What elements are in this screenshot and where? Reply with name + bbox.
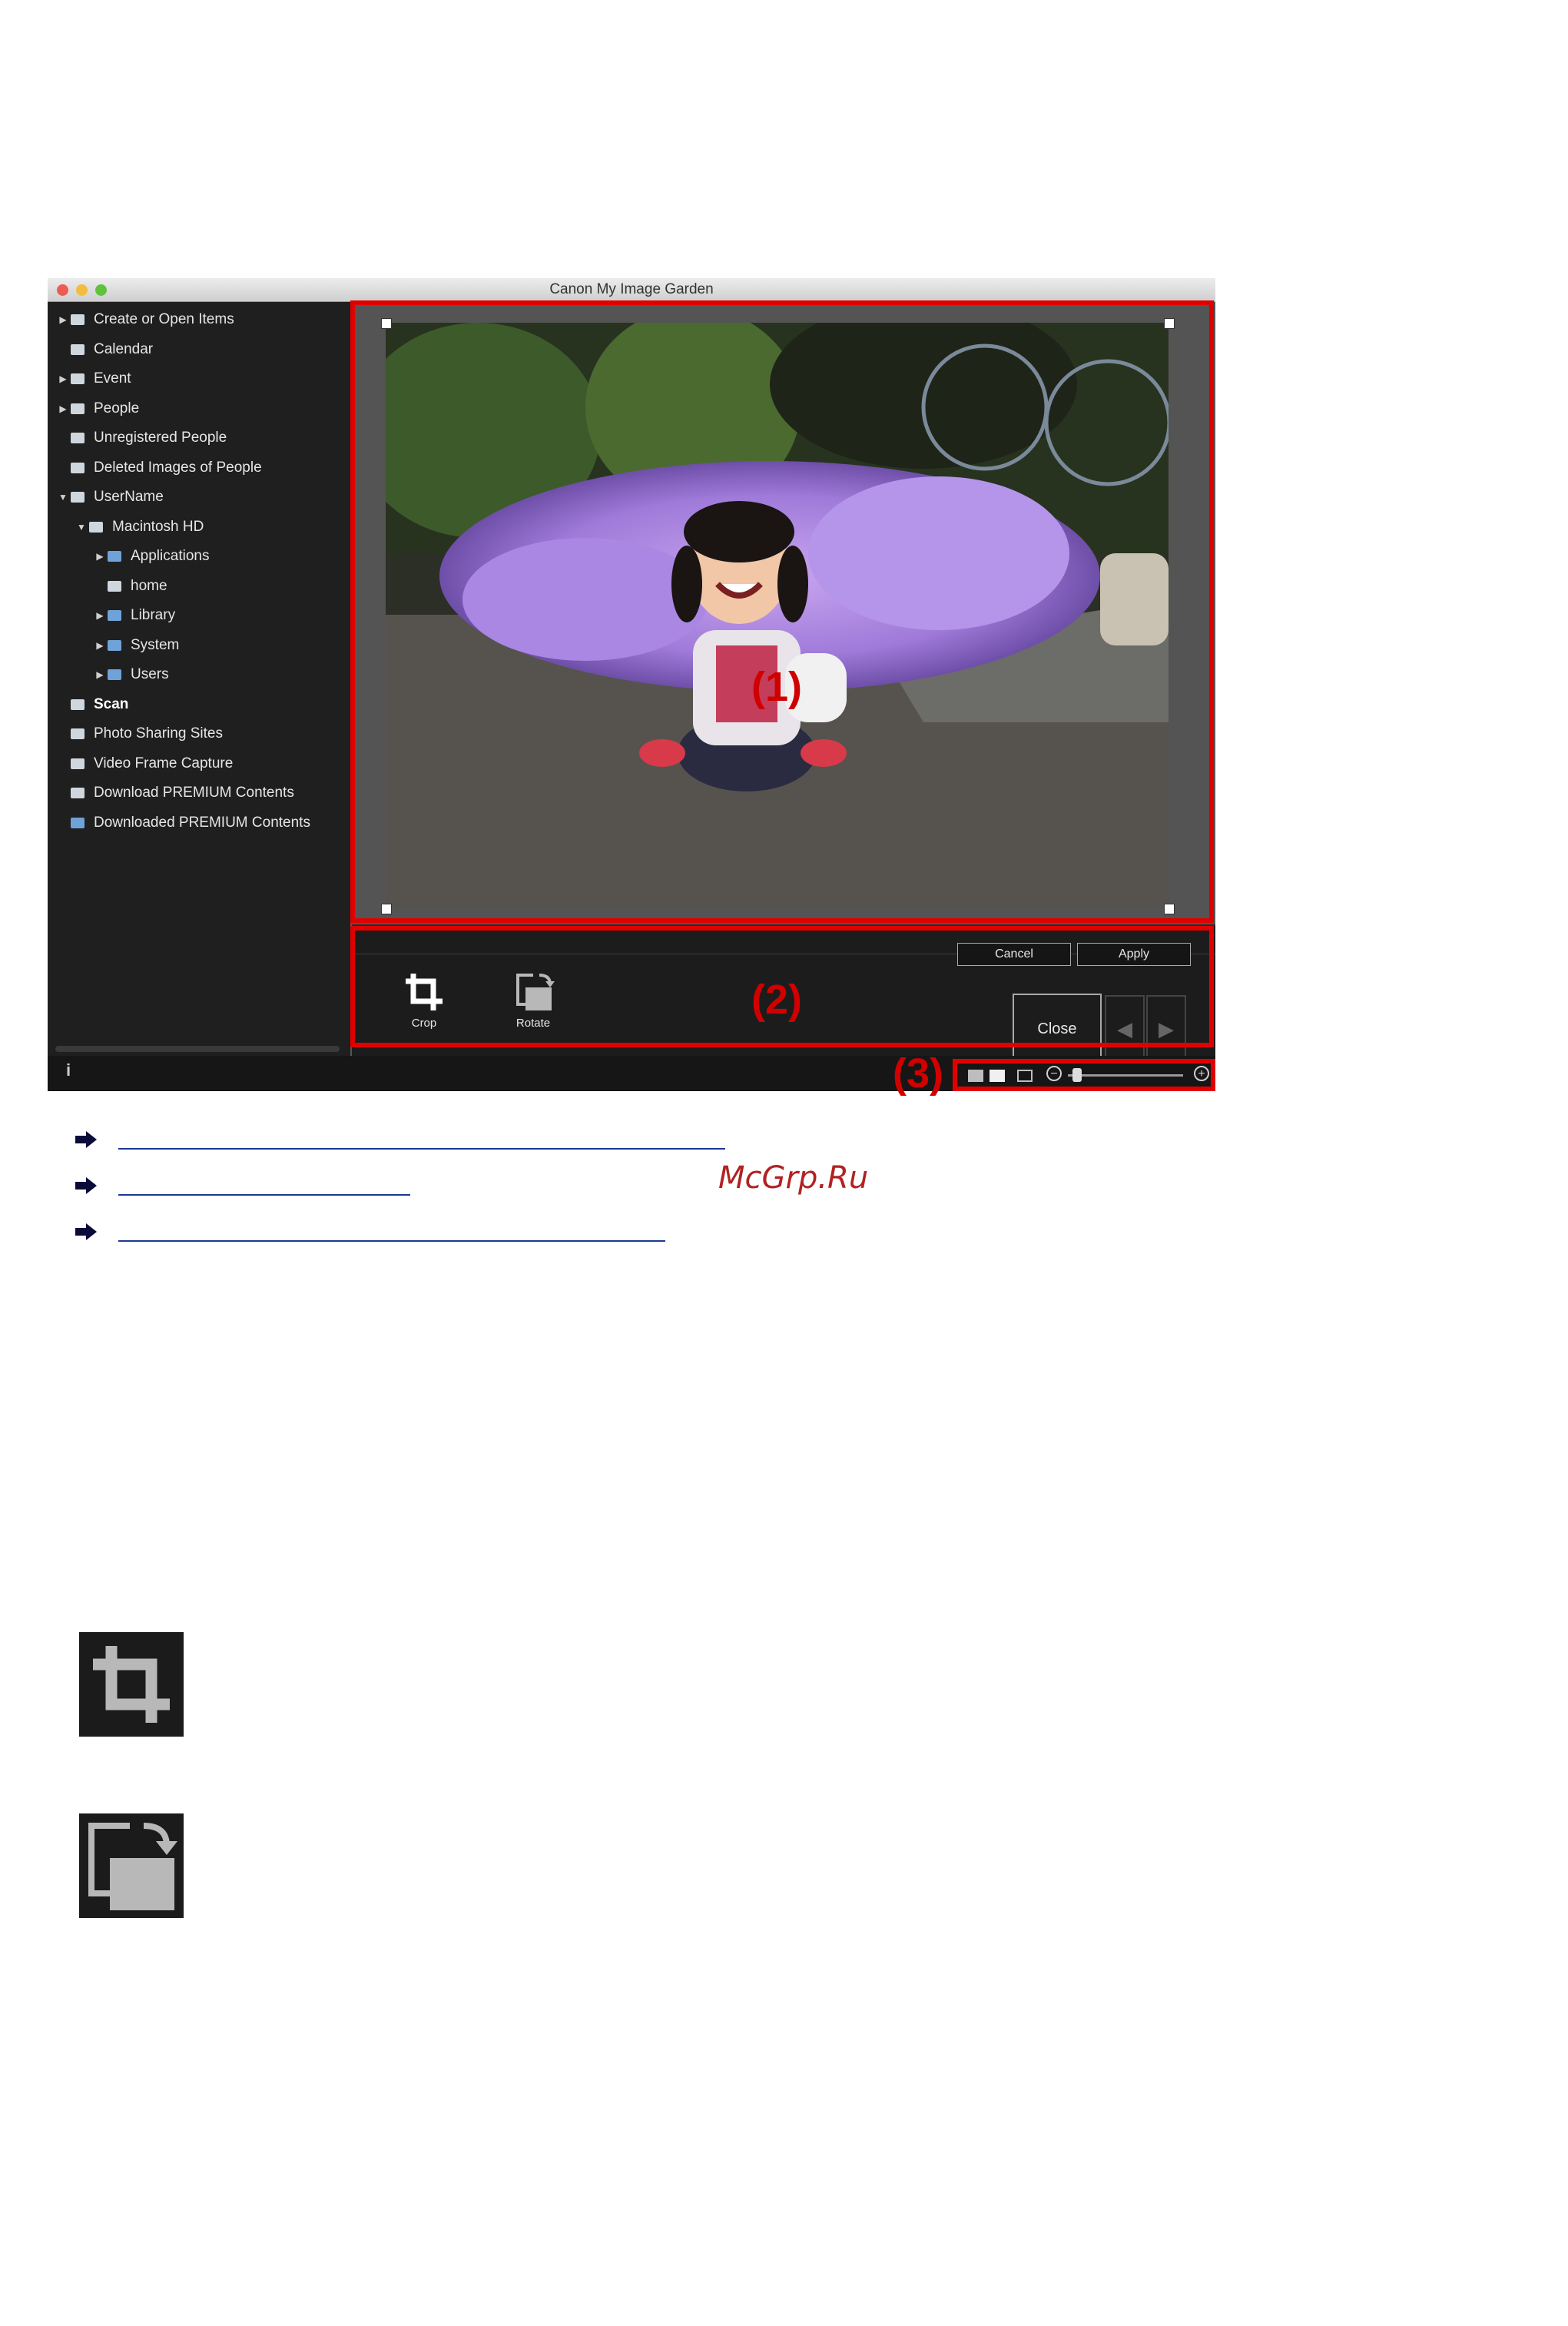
- folder-icon: [106, 667, 123, 682]
- sidebar-item-library[interactable]: ▶ Library: [94, 602, 175, 629]
- reference-link-2[interactable]: [74, 1173, 410, 1199]
- reference-link-1[interactable]: [74, 1127, 725, 1153]
- annotation-box-2: [350, 926, 1214, 1047]
- sidebar-item-users[interactable]: ▶ Users: [94, 662, 169, 688]
- status-bar: i (3) − +: [48, 1050, 1215, 1097]
- video-frame-icon: [69, 756, 86, 771]
- link-arrow-icon: [75, 1177, 97, 1194]
- collapse-icon[interactable]: ▼: [75, 522, 88, 533]
- app-window: Canon My Image Garden ▶ Create or Open It…: [48, 278, 1215, 1097]
- sidebar-item-label: Users: [131, 666, 169, 682]
- expand-icon[interactable]: ▶: [57, 314, 69, 325]
- sidebar-item-label: UserName: [94, 489, 164, 505]
- sidebar-item-event[interactable]: ▶ Event: [57, 366, 131, 392]
- reference-link-3[interactable]: [74, 1219, 665, 1245]
- expand-icon[interactable]: ▶: [94, 610, 106, 621]
- annotation-box-1: [350, 300, 1214, 923]
- sidebar-item-system[interactable]: ▶ System: [94, 632, 179, 659]
- expand-icon[interactable]: ▶: [94, 551, 106, 562]
- sidebar-item-label: Photo Sharing Sites: [94, 725, 223, 742]
- sidebar-item-label: Calendar: [94, 340, 154, 357]
- main-panel: (1) Cancel Apply Crop Rotate (2) Close ◀…: [350, 300, 1215, 1061]
- annotation-area-3: (3): [893, 1050, 943, 1097]
- rotate-icon-large: [79, 1813, 184, 1918]
- sidebar-item-home[interactable]: home: [94, 573, 167, 599]
- sidebar-item-applications[interactable]: ▶ Applications: [94, 543, 209, 569]
- collapse-icon[interactable]: ▼: [57, 492, 69, 503]
- sidebar-item-label: People: [94, 400, 140, 416]
- people-icon: [69, 401, 86, 416]
- sidebar-item-label: Video Frame Capture: [94, 755, 234, 771]
- crop-icon: [93, 1646, 170, 1723]
- sidebar-item-label: Event: [94, 370, 131, 387]
- expand-icon[interactable]: ▶: [94, 640, 106, 651]
- info-icon[interactable]: i: [66, 1060, 71, 1080]
- calendar-icon: [69, 342, 86, 357]
- expand-icon[interactable]: ▶: [94, 669, 106, 680]
- hard-drive-icon: [88, 519, 104, 535]
- sidebar-item-unregistered-people[interactable]: Unregistered People: [57, 425, 227, 451]
- link-arrow-icon: [75, 1223, 97, 1240]
- sidebar-item-label: Applications: [131, 548, 210, 564]
- annotation-box-3: [953, 1059, 1215, 1091]
- sidebar-item-label: Create or Open Items: [94, 311, 234, 327]
- folder-icon: [106, 549, 123, 564]
- sidebar-item-macintosh-hd[interactable]: ▼ Macintosh HD: [75, 514, 204, 540]
- rotate-icon: [88, 1823, 177, 1910]
- sidebar-item-deleted-images-of-people[interactable]: Deleted Images of People: [57, 455, 262, 481]
- sidebar-scrollbar[interactable]: [55, 1046, 340, 1052]
- photo-sharing-icon: [69, 726, 86, 742]
- scan-icon: [69, 697, 86, 712]
- watermark-text: McGrp.Ru: [718, 1160, 869, 1196]
- sidebar: ▶ Create or Open Items Calendar ▶ Event ▶ Peop…: [48, 302, 352, 1056]
- sidebar-item-label: Deleted Images of People: [94, 459, 262, 476]
- crop-icon-large: [79, 1632, 184, 1737]
- sidebar-item-photo-sharing-sites[interactable]: Photo Sharing Sites: [57, 721, 223, 747]
- sidebar-item-label: Scan: [94, 695, 129, 712]
- sidebar-item-calendar[interactable]: Calendar: [57, 337, 153, 363]
- event-icon: [69, 371, 86, 387]
- folder-icon: [106, 608, 123, 623]
- sidebar-item-download-premium-contents[interactable]: Download PREMIUM Contents: [57, 780, 294, 806]
- computer-icon: [69, 489, 86, 505]
- window-title: Canon My Image Garden: [549, 281, 714, 297]
- sidebar-item-label: Download PREMIUM Contents: [94, 785, 294, 801]
- sidebar-item-people[interactable]: ▶ People: [57, 396, 139, 422]
- sidebar-item-label: home: [131, 577, 167, 594]
- deleted-people-icon: [69, 460, 86, 476]
- folder-icon: [106, 638, 123, 653]
- download-icon: [69, 785, 86, 801]
- title-bar: Canon My Image Garden: [48, 278, 1215, 302]
- link-underline[interactable]: [118, 1240, 665, 1242]
- link-arrow-icon: [75, 1131, 97, 1148]
- sidebar-item-scan[interactable]: Scan: [57, 692, 128, 718]
- sidebar-item-downloaded-premium-contents[interactable]: Downloaded PREMIUM Contents: [57, 810, 310, 836]
- sidebar-item-label: Unregistered People: [94, 430, 227, 446]
- unregistered-people-icon: [69, 430, 86, 446]
- sidebar-item-create-or-open-items[interactable]: ▶ Create or Open Items: [57, 307, 234, 333]
- sidebar-item-label: Library: [131, 607, 176, 623]
- sidebar-item-video-frame-capture[interactable]: Video Frame Capture: [57, 751, 233, 777]
- home-drive-icon: [106, 579, 123, 594]
- link-underline[interactable]: [118, 1148, 725, 1150]
- sidebar-item-username[interactable]: ▼ UserName: [57, 484, 164, 510]
- link-underline[interactable]: [118, 1194, 410, 1196]
- downloaded-folder-icon: [69, 815, 86, 831]
- expand-icon[interactable]: ▶: [57, 403, 69, 414]
- create-icon: [69, 312, 86, 327]
- sidebar-item-label: Downloaded PREMIUM Contents: [94, 814, 310, 831]
- sidebar-item-label: Macintosh HD: [112, 518, 204, 535]
- expand-icon[interactable]: ▶: [57, 373, 69, 384]
- sidebar-item-label: System: [131, 636, 180, 653]
